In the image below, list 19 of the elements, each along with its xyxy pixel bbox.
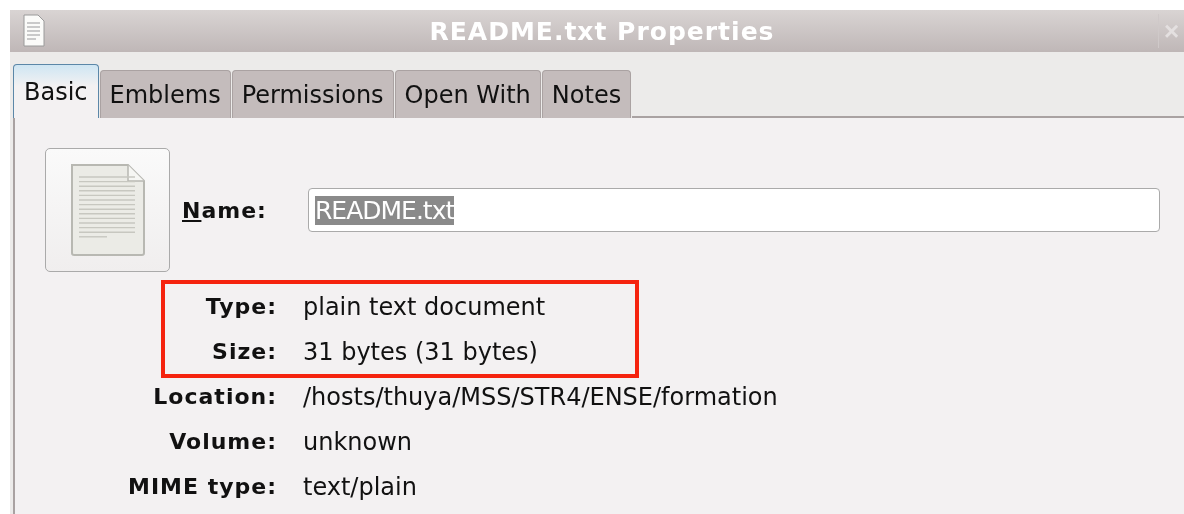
tab[interactable]: Emblems <box>99 70 231 118</box>
property-value: unknown <box>303 427 413 456</box>
property-label: MIME type: <box>127 474 277 499</box>
file-icon-button[interactable] <box>45 148 170 272</box>
document-icon <box>22 14 46 48</box>
tab[interactable]: Basic <box>13 64 99 118</box>
property-value: plain text document <box>303 292 546 321</box>
tab[interactable]: Notes <box>541 70 632 118</box>
property-label: Type: <box>204 294 277 319</box>
name-label: Name: <box>182 197 268 223</box>
property-value: 31 bytes (31 bytes) <box>303 337 538 366</box>
property-label: Size: <box>211 339 277 364</box>
property-value: /hosts/thuya/MSS/STR4/ENSE/formation <box>303 382 778 411</box>
tab[interactable]: Permissions <box>231 70 394 118</box>
property-label: Volume: <box>168 429 277 454</box>
property-value: text/plain <box>303 472 417 501</box>
tab[interactable]: Open With <box>394 70 541 118</box>
property-label: Location: <box>152 384 277 409</box>
window-title: README.txt Properties <box>428 16 776 46</box>
